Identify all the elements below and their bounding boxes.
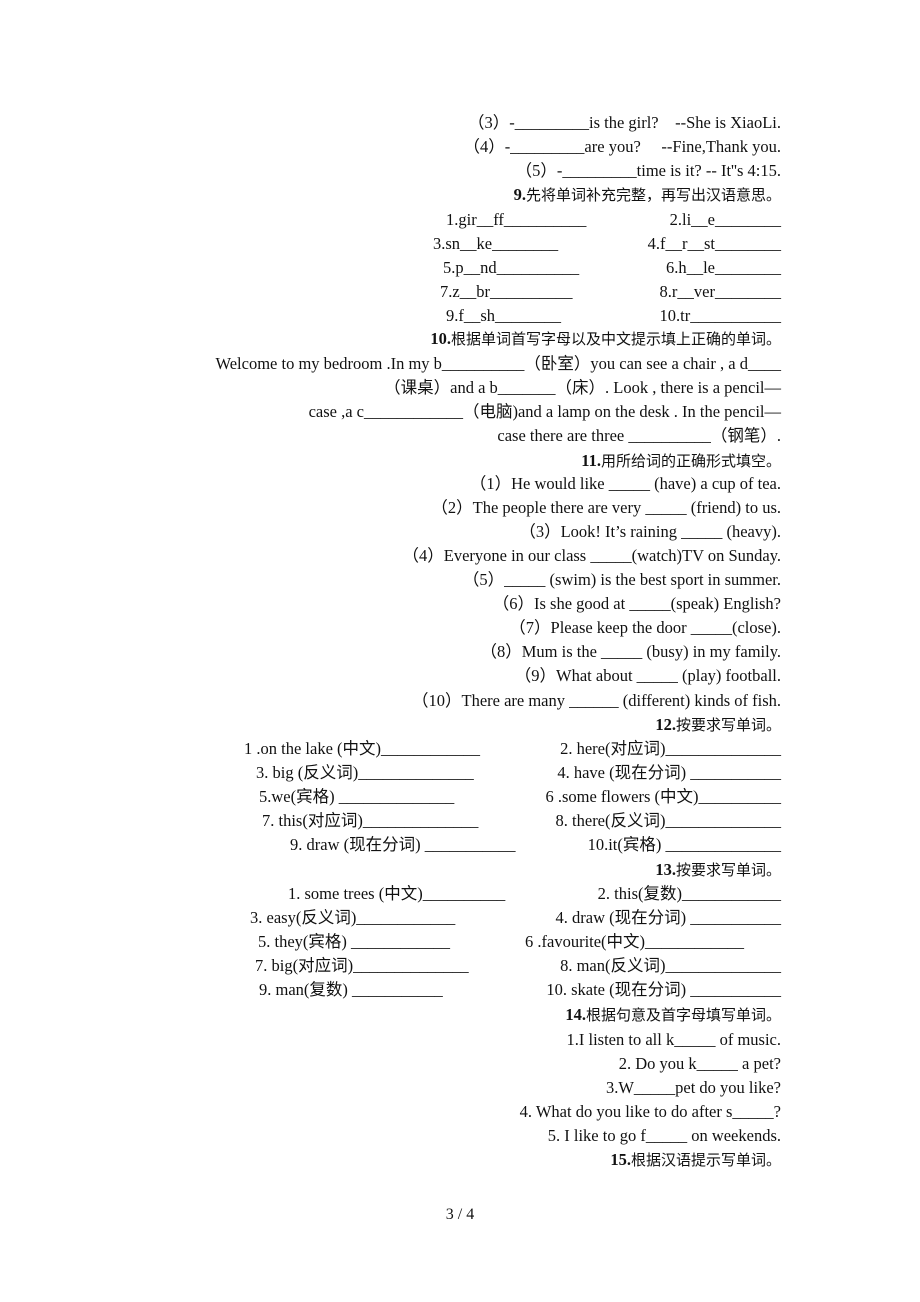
section15-title: 根据汉语提示写单词。: [630, 1151, 781, 1169]
s12-item-4: 4. have (现在分词) ___________: [557, 763, 781, 782]
s11-item-4: （4）Everyone in our class _____(watch)TV …: [402, 546, 781, 565]
section9-number: 9.: [513, 185, 526, 204]
s11-item-8: （8）Mum is the _____ (busy) in my family.: [480, 642, 782, 661]
s10-line-1: Welcome to my bedroom .In my b__________…: [215, 354, 781, 373]
s9-item-8: 8.r__ver________: [659, 282, 781, 301]
s9-item-7: 7.z__br__________: [440, 282, 573, 301]
s13-item-1: 1. some trees (中文)__________: [288, 884, 506, 903]
section11-heading: 11.用所给词的正确形式填空。: [581, 451, 781, 471]
s13-item-3: 3. easy(反义词)____________: [250, 908, 456, 927]
section13-number: 13.: [655, 860, 676, 879]
s14-item-1: 1.I listen to all k_____ of music.: [566, 1030, 781, 1049]
section12-title: 按要求写单词。: [675, 716, 781, 734]
section12-number: 12.: [655, 715, 676, 734]
s12-item-1: 1 .on the lake (中文)____________: [244, 739, 481, 758]
s11-item-5: （5）_____ (swim) is the best sport in sum…: [462, 570, 781, 589]
s12-item-7: 7. this(对应词)______________: [262, 811, 479, 830]
s13-item-10: 10. skate (现在分词) ___________: [546, 980, 781, 999]
s12-item-3: 3. big (反义词)______________: [256, 763, 474, 782]
s9-item-10: 10.tr___________: [659, 306, 781, 325]
s11-item-3: （3）Look! It’s raining _____ (heavy).: [519, 522, 781, 541]
s11-item-9: （9）What about _____ (play) football.: [514, 666, 781, 685]
s12-item-8: 8. there(反义词)______________: [555, 811, 781, 830]
section9-title: 先将单词补充完整，再写出汉语意思。: [525, 186, 781, 204]
s12-item-9: 9. draw (现在分词) ___________: [290, 835, 516, 854]
section10-heading: 10.根据单词首写字母以及中文提示填上正确的单词。: [430, 329, 781, 349]
s13-item-9: 9. man(复数) ___________: [259, 980, 443, 999]
s9-item-1: 1.gir__ff__________: [446, 210, 587, 229]
s12-item-2: 2. here(对应词)______________: [560, 739, 781, 758]
s10-line-3: case ,a c____________（电脑)and a lamp on t…: [308, 402, 781, 421]
page-number: 3 / 4: [445, 1206, 475, 1223]
s11-item-10: （10）There are many ______ (different) ki…: [411, 691, 781, 710]
section9-heading: 9.先将单词补充完整，再写出汉语意思。: [514, 185, 781, 205]
s13-item-7: 7. big(对应词)______________: [255, 956, 469, 975]
section11-title: 用所给词的正确形式填空。: [600, 452, 781, 470]
s11-item-2: （2）The people there are very _____ (frie…: [431, 498, 781, 517]
s14-item-4: 4. What do you like to do after s_____?: [519, 1102, 781, 1121]
s14-item-2: 2. Do you k_____ a pet?: [618, 1054, 781, 1073]
section12-heading: 12.按要求写单词。: [655, 715, 781, 735]
s10-line-2: （课桌）and a b_______（床）. Look , there is a…: [384, 378, 781, 397]
s13-item-4: 4. draw (现在分词) ___________: [555, 908, 781, 927]
section13-title: 按要求写单词。: [675, 861, 781, 879]
section13-heading: 13.按要求写单词。: [655, 860, 781, 880]
s13-item-2: 2. this(复数)____________: [597, 884, 781, 903]
s14-item-5: 5. I like to go f_____ on weekends.: [547, 1126, 781, 1145]
s12-item-6: 6 .some flowers (中文)__________: [545, 787, 781, 806]
s9-item-3: 3.sn__ke________: [433, 234, 559, 253]
s9-item-9: 9.f__sh________: [446, 306, 562, 325]
section10-number: 10.: [430, 329, 451, 348]
s11-item-7: （7）Please keep the door _____(close).: [509, 618, 781, 637]
section15-number: 15.: [610, 1150, 631, 1169]
s8-item-4: （4）-_________are you? --Fine,Thank you.: [463, 137, 781, 156]
s8-item-5: （5）-_________time is it? -- It''s 4:15.: [515, 161, 781, 180]
s11-item-6: （6）Is she good at _____(speak) English?: [492, 594, 781, 613]
section14-heading: 14.根据句意及首字母填写单词。: [565, 1005, 781, 1025]
section14-number: 14.: [565, 1005, 586, 1024]
s8-item-3: （3）-_________is the girl? --She is XiaoL…: [467, 113, 781, 132]
section11-number: 11.: [581, 451, 601, 470]
s9-item-4: 4.f__r__st________: [647, 234, 781, 253]
s13-item-5: 5. they(宾格) ____________: [258, 932, 451, 951]
s9-item-5: 5.p__nd__________: [443, 258, 580, 277]
section10-title: 根据单词首写字母以及中文提示填上正确的单词。: [450, 330, 781, 348]
s9-item-6: 6.h__le________: [665, 258, 781, 277]
s9-item-2: 2.li__e________: [669, 210, 781, 229]
section14-title: 根据句意及首字母填写单词。: [585, 1006, 781, 1024]
section15-heading: 15.根据汉语提示写单词。: [610, 1150, 781, 1170]
s12-item-10: 10.it(宾格) ______________: [587, 835, 781, 854]
s13-item-6: 6 .favourite(中文)____________: [525, 932, 745, 951]
s11-item-1: （1）He would like _____ (have) a cup of t…: [469, 474, 781, 493]
s14-item-3: 3.W_____pet do you like?: [605, 1078, 781, 1097]
s10-line-4: case there are three __________（钢笔）.: [497, 426, 781, 445]
s12-item-5: 5.we(宾格) ______________: [259, 787, 455, 806]
s13-item-8: 8. man(反义词)______________: [560, 956, 781, 975]
